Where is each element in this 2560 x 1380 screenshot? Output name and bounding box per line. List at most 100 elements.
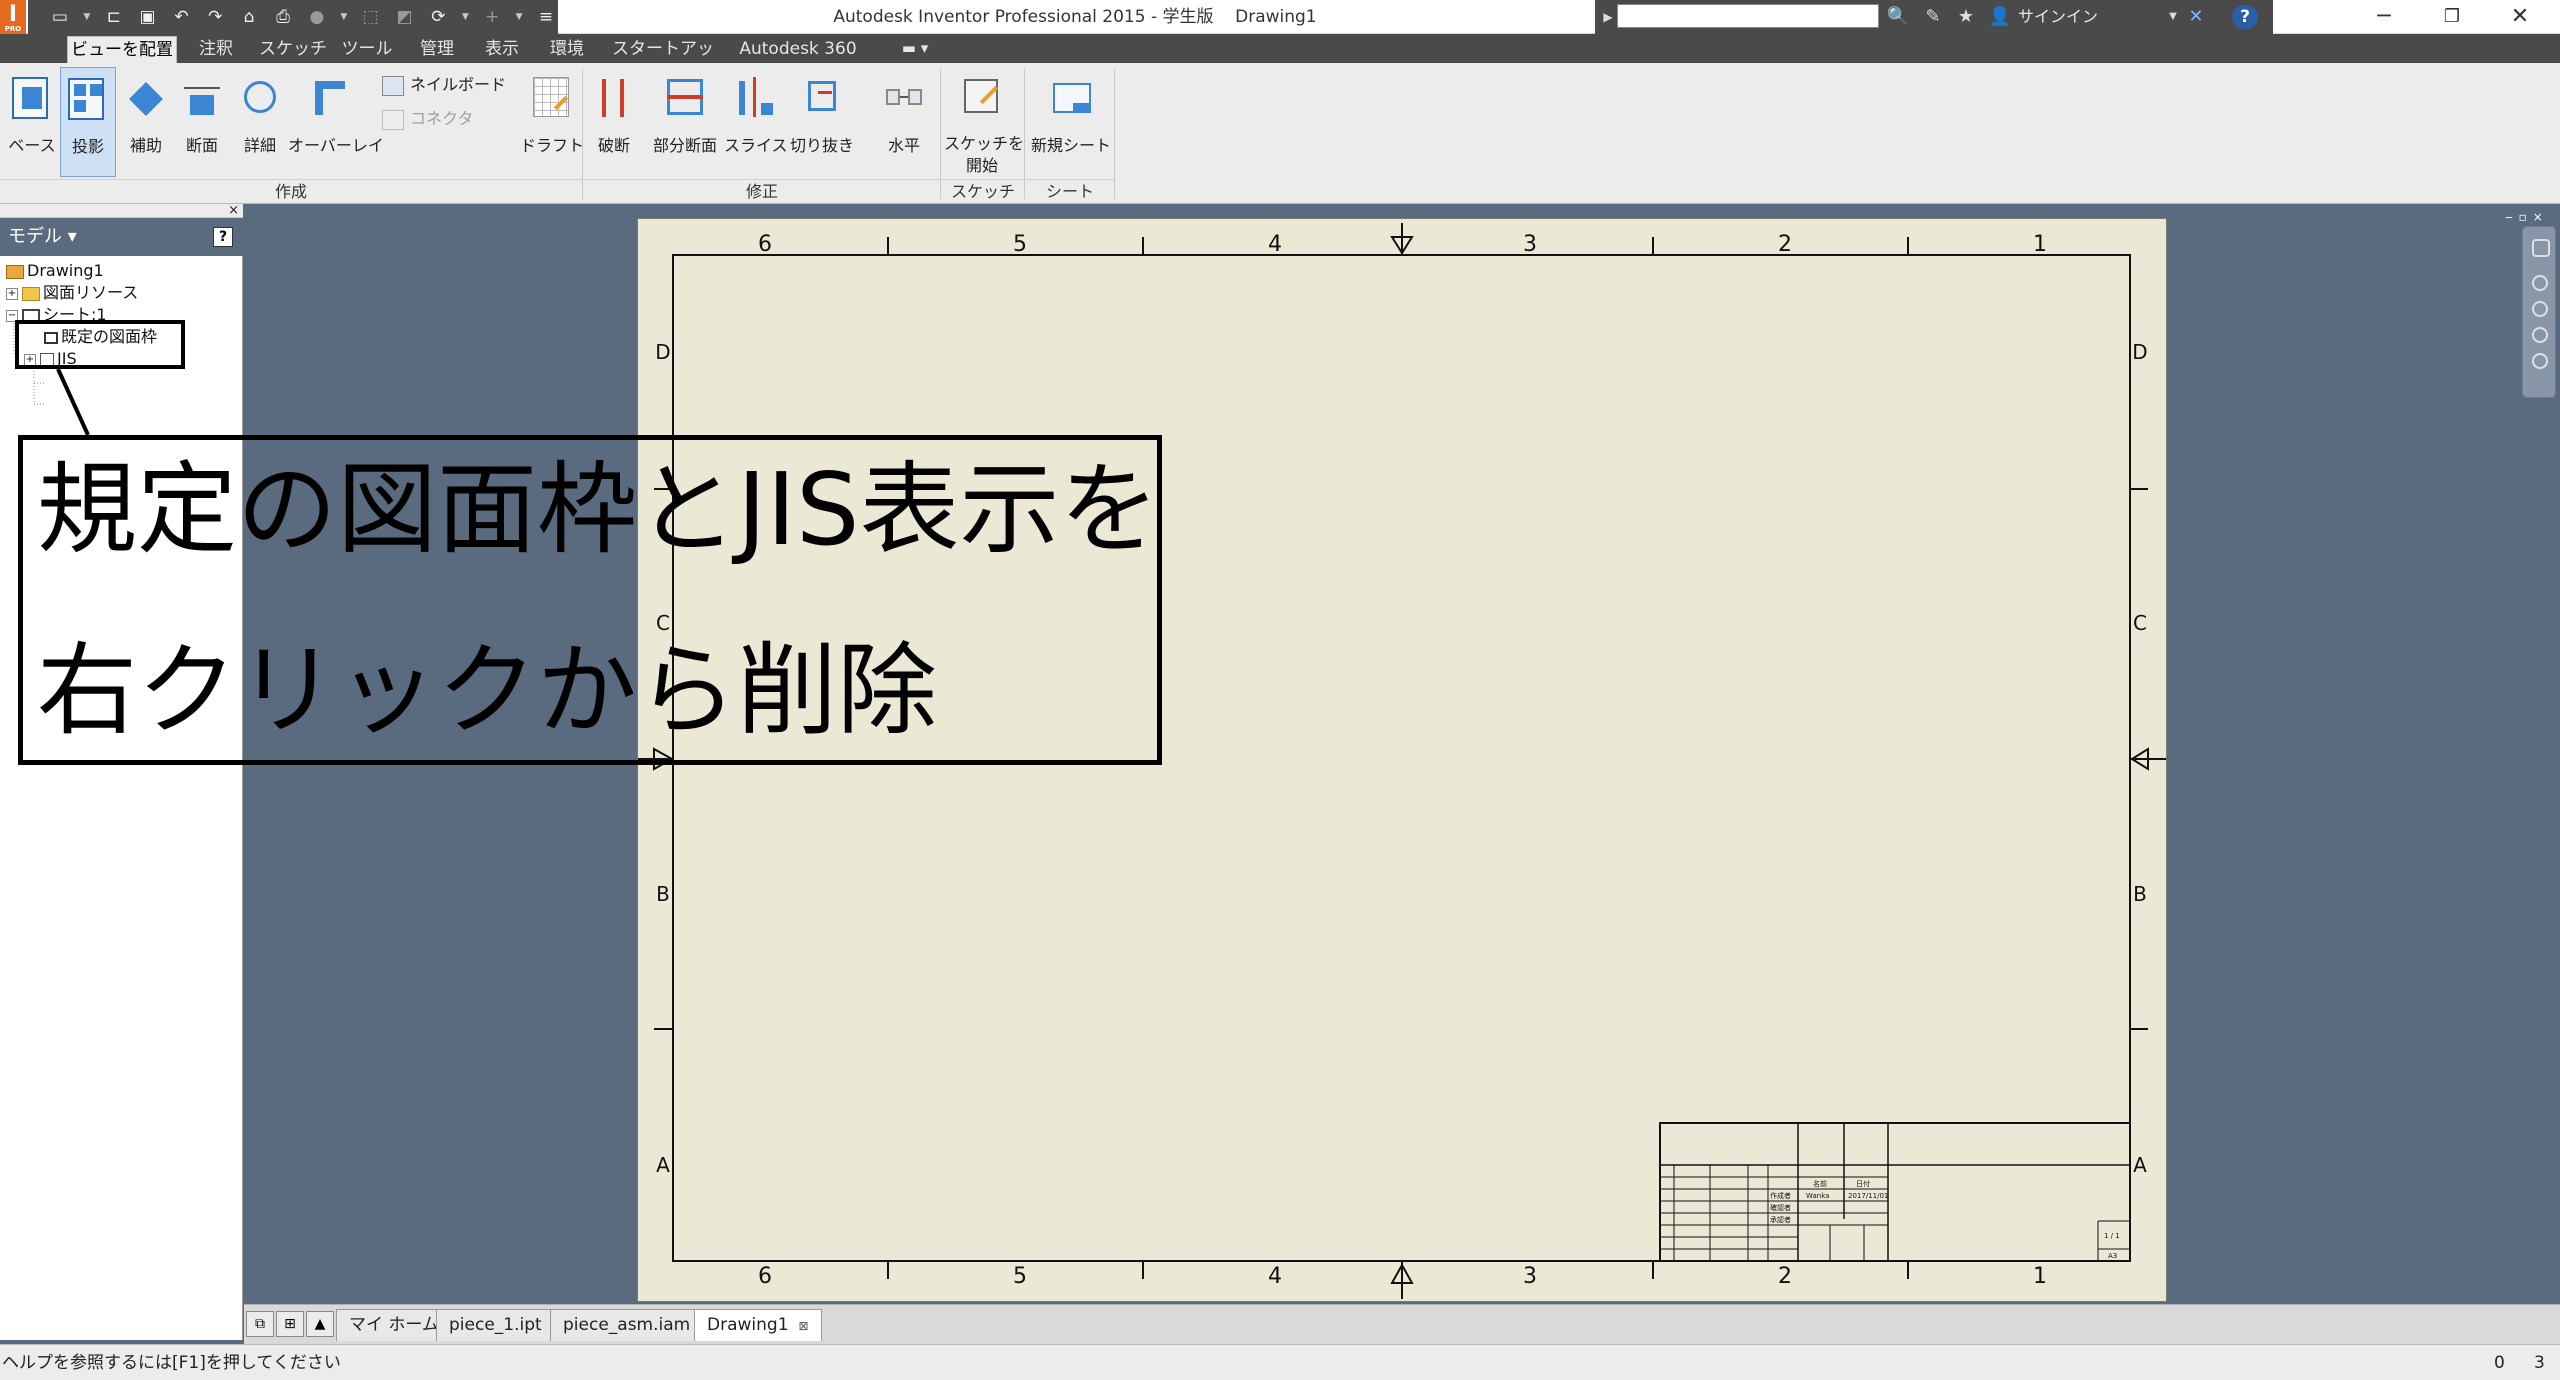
- open-folder-icon[interactable]: ⊏: [102, 5, 126, 29]
- navigation-bar: [2522, 226, 2556, 398]
- tab-get-started[interactable]: スタートアップ: [610, 36, 716, 86]
- user-icon[interactable]: 👤: [1987, 4, 2013, 30]
- title-block[interactable]: [1659, 1122, 2131, 1262]
- cascade-windows-icon[interactable]: ⧉: [246, 1311, 274, 1337]
- projected-view-button[interactable]: 投影: [60, 67, 116, 177]
- pan-icon[interactable]: [2532, 275, 2548, 291]
- exchange-apps-icon[interactable]: ✕: [2183, 4, 2209, 30]
- zone-row-label: A: [656, 1153, 670, 1177]
- doc-tab-my-home[interactable]: マイ ホーム: [336, 1309, 452, 1341]
- browser-help-icon[interactable]: ?: [213, 227, 233, 247]
- browser-title-dropdown[interactable]: モデル ▾: [8, 218, 77, 256]
- new-dropdown-icon[interactable]: ▼: [82, 5, 92, 29]
- look-at-icon[interactable]: [2532, 353, 2548, 369]
- redo-icon[interactable]: ↷: [203, 5, 227, 29]
- overlay-view-button[interactable]: オーバーレイ: [288, 67, 384, 177]
- select-icon[interactable]: ⬚: [359, 5, 383, 29]
- search-icon[interactable]: 🔍: [1885, 4, 1911, 30]
- tab-sketch[interactable]: スケッチ: [258, 36, 328, 63]
- break-button[interactable]: 破断: [586, 67, 642, 177]
- break-out-icon: [661, 73, 709, 123]
- draft-view-label: ドラフト: [520, 136, 585, 155]
- zoom-icon[interactable]: [2532, 301, 2548, 317]
- minimize-icon[interactable]: ─: [2354, 0, 2414, 34]
- tab-tools[interactable]: ツール: [340, 36, 394, 63]
- doc-tab-drawing1[interactable]: Drawing1 ⊠: [694, 1309, 822, 1341]
- window-title: Autodesk Inventor Professional 2015 - 学生…: [833, 7, 1317, 27]
- slice-button[interactable]: スライス: [724, 67, 788, 177]
- break-out-button[interactable]: 部分断面: [646, 67, 724, 177]
- connector-button: コネクタ: [382, 105, 473, 133]
- appearance-icon[interactable]: ◩: [393, 5, 417, 29]
- zone-column-label: 4: [1268, 1264, 1282, 1289]
- favorites-star-icon[interactable]: ★: [1953, 4, 1979, 30]
- zone-column-label: 6: [758, 232, 772, 257]
- tab-view[interactable]: 表示: [476, 36, 528, 63]
- inventor-logo-icon[interactable]: I PRO: [0, 0, 26, 34]
- ribbon-display-options-icon[interactable]: ▬ ▾: [890, 36, 940, 60]
- connector-icon: [382, 109, 404, 130]
- update-icon[interactable]: ⟳: [426, 5, 450, 29]
- base-view-button[interactable]: ベース: [4, 67, 60, 177]
- zone-column-label: 1: [2033, 232, 2047, 257]
- tree-item-drawing-resources[interactable]: + 図面リソース: [6, 282, 138, 304]
- group-create-label: 作成: [0, 179, 582, 203]
- horizontal-align-icon: [880, 73, 928, 123]
- close-tab-icon[interactable]: ⊠: [799, 1311, 809, 1341]
- signin-label[interactable]: サインイン: [2018, 0, 2098, 34]
- plus-dropdown-icon[interactable]: ▼: [514, 5, 524, 29]
- undo-icon[interactable]: ↶: [170, 5, 194, 29]
- draft-view-button[interactable]: ドラフト: [520, 67, 585, 177]
- status-count-1: 0: [2494, 1353, 2505, 1373]
- tile-windows-icon[interactable]: ⊞: [276, 1311, 304, 1337]
- print-icon[interactable]: ⎙: [271, 5, 295, 29]
- crop-button[interactable]: 切り抜き: [788, 67, 856, 177]
- save-icon[interactable]: ▣: [136, 5, 160, 29]
- browser-grip[interactable]: ×: [0, 204, 243, 218]
- zone-column-label: 5: [1013, 1264, 1027, 1289]
- zone-column-label: 3: [1523, 232, 1537, 257]
- overlay-view-label: オーバーレイ: [288, 136, 384, 155]
- detail-view-button[interactable]: 詳細: [232, 67, 288, 177]
- section-view-button[interactable]: 断面: [174, 67, 230, 177]
- home-icon[interactable]: ⌂: [237, 5, 261, 29]
- color-dropdown-icon[interactable]: ▼: [339, 5, 349, 29]
- tab-environments[interactable]: 環境: [542, 36, 592, 63]
- overlay-view-icon: [307, 73, 355, 123]
- new-sheet-button[interactable]: 新規シート: [1028, 67, 1114, 177]
- new-file-icon[interactable]: ▭: [48, 5, 72, 29]
- tab-place-views[interactable]: ビューを配置: [67, 36, 177, 63]
- customize-qat-icon[interactable]: ≡: [534, 5, 558, 29]
- zone-column-label: 1: [2033, 1264, 2047, 1289]
- help-icon[interactable]: ?: [2232, 5, 2258, 29]
- open-documents-menu-icon[interactable]: ▲: [306, 1311, 334, 1337]
- auxiliary-view-button[interactable]: 補助: [118, 67, 174, 177]
- tree-item-drawing1[interactable]: Drawing1: [6, 260, 104, 282]
- group-sheet-label: シート: [1026, 179, 1114, 203]
- orbit-icon[interactable]: [2532, 327, 2548, 343]
- horizontal-align-button[interactable]: 水平: [876, 67, 932, 177]
- close-icon[interactable]: ✕: [2490, 0, 2550, 34]
- steering-wheel-icon[interactable]: [2532, 239, 2550, 257]
- tab-manage[interactable]: 管理: [410, 36, 464, 63]
- restore-icon[interactable]: ❐: [2422, 0, 2482, 34]
- nailboard-button[interactable]: ネイルボード: [382, 71, 506, 99]
- doc-tab-piece-1[interactable]: piece_1.ipt: [436, 1309, 555, 1341]
- doc-tab-piece-asm[interactable]: piece_asm.iam: [550, 1309, 704, 1341]
- expand-plus-icon[interactable]: +: [6, 287, 18, 300]
- color-icon[interactable]: ●: [305, 5, 329, 29]
- plus-icon[interactable]: +: [480, 5, 504, 29]
- zone-row-label: D: [655, 340, 670, 364]
- help-search-input[interactable]: [1617, 4, 1879, 28]
- tab-annotate[interactable]: 注釈: [190, 36, 242, 63]
- start-sketch-button[interactable]: スケッチを 開始: [944, 67, 1024, 177]
- start-sketch-label-line-2: 開始: [965, 156, 998, 175]
- window-controls[interactable]: ‒▫×: [2505, 210, 2560, 224]
- tab-autodesk-360[interactable]: Autodesk 360: [733, 36, 863, 63]
- draft-view-icon: [527, 73, 575, 123]
- subscription-icon[interactable]: ✎: [1920, 4, 1946, 30]
- tree-item-label: 図面リソース: [43, 283, 139, 302]
- base-view-icon: [8, 73, 56, 123]
- browser-close-icon[interactable]: ×: [228, 204, 239, 218]
- update-dropdown-icon[interactable]: ▼: [460, 5, 470, 29]
